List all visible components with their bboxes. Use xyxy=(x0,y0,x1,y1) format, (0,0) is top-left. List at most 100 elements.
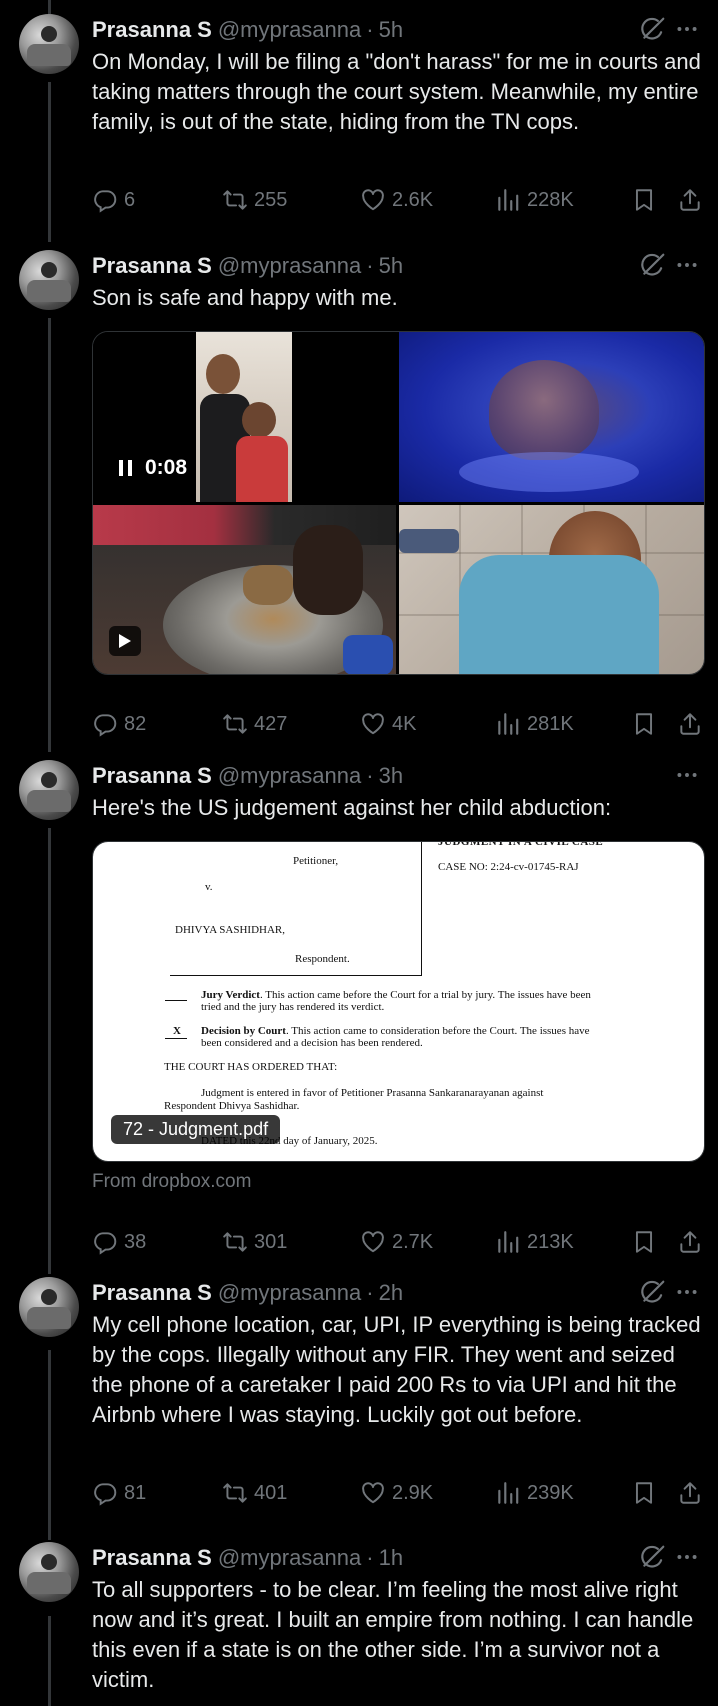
avatar[interactable] xyxy=(19,1542,79,1602)
tweet[interactable]: Prasanna S @myprasanna · 1h To all suppo… xyxy=(0,1537,718,1706)
timestamp[interactable]: 1h xyxy=(379,1545,403,1571)
pause-icon[interactable] xyxy=(117,458,135,478)
repost-count: 401 xyxy=(254,1481,288,1504)
views-button[interactable]: 213K xyxy=(495,1227,574,1257)
timestamp[interactable]: 2h xyxy=(379,1280,403,1306)
timestamp[interactable]: 5h xyxy=(379,253,403,279)
author-handle[interactable]: @myprasanna xyxy=(218,1545,361,1571)
repost-button[interactable]: 427 xyxy=(222,709,287,739)
tweet-header: Prasanna S @myprasanna · 5h xyxy=(92,251,403,281)
document-preview[interactable]: JUDGMENT IN A CIVIL CASE Petitioner, CAS… xyxy=(92,841,705,1162)
more-icon[interactable] xyxy=(672,1279,702,1305)
tweet-header: Prasanna S @myprasanna · 5h xyxy=(92,15,403,45)
doc-decision-text: . This action came to consideration befo… xyxy=(285,1025,590,1037)
separator-dot: · xyxy=(366,17,374,42)
media-image[interactable] xyxy=(399,332,704,502)
views-button[interactable]: 239K xyxy=(495,1478,574,1508)
avatar[interactable] xyxy=(19,250,79,310)
reply-icon xyxy=(92,187,118,213)
grok-icon[interactable] xyxy=(640,16,666,42)
more-icon[interactable] xyxy=(672,1544,702,1570)
like-button[interactable]: 2.9K xyxy=(360,1478,433,1508)
play-icon xyxy=(119,634,131,648)
grok-icon[interactable] xyxy=(640,1544,666,1570)
reply-icon xyxy=(92,1229,118,1255)
tweet[interactable]: Prasanna S @myprasanna · 2h My cell phon… xyxy=(0,1272,718,1540)
avatar[interactable] xyxy=(19,760,79,820)
document-page: JUDGMENT IN A CIVIL CASE Petitioner, CAS… xyxy=(93,842,704,1161)
action-bar: 81 401 2.9K 239K xyxy=(92,1478,704,1508)
reply-count: 6 xyxy=(124,188,136,211)
timestamp[interactable]: 5h xyxy=(379,17,403,43)
share-button[interactable] xyxy=(677,185,703,215)
like-button[interactable]: 2.6K xyxy=(360,185,433,215)
share-button[interactable] xyxy=(677,709,703,739)
share-icon xyxy=(677,187,703,213)
reply-button[interactable]: 82 xyxy=(92,709,146,739)
action-bar: 82 427 4K 281K xyxy=(92,709,704,739)
views-count: 228K xyxy=(527,188,574,211)
play-badge xyxy=(109,626,141,656)
doc-jury-text: . This action came before the Court for … xyxy=(259,989,591,1001)
bookmark-button[interactable] xyxy=(631,185,657,215)
video-player[interactable]: 0:08 xyxy=(93,332,396,502)
author-name[interactable]: Prasanna S xyxy=(92,763,212,789)
doc-respondent: Respondent. xyxy=(295,953,350,965)
tweet-header: Prasanna S @myprasanna · 2h xyxy=(92,1278,403,1308)
share-button[interactable] xyxy=(677,1227,703,1257)
more-icon[interactable] xyxy=(672,16,702,42)
bookmark-button[interactable] xyxy=(631,1227,657,1257)
author-name[interactable]: Prasanna S xyxy=(92,1280,212,1306)
views-button[interactable]: 228K xyxy=(495,185,574,215)
share-button[interactable] xyxy=(677,1478,703,1508)
views-count: 213K xyxy=(527,1230,574,1253)
doc-versus: v. xyxy=(205,881,213,893)
repost-button[interactable]: 401 xyxy=(222,1478,287,1508)
like-button[interactable]: 2.7K xyxy=(360,1227,433,1257)
media-image[interactable] xyxy=(399,505,704,674)
bookmark-icon xyxy=(631,711,657,737)
like-count: 2.9K xyxy=(392,1481,434,1504)
author-name[interactable]: Prasanna S xyxy=(92,253,212,279)
media-video-thumbnail[interactable] xyxy=(93,505,396,674)
doc-caption-rule xyxy=(170,975,422,976)
tweet-text: Here's the US judgement against her chil… xyxy=(92,795,612,820)
repost-button[interactable]: 255 xyxy=(222,185,287,215)
author-handle[interactable]: @myprasanna xyxy=(218,253,361,279)
tweet-text: My cell phone location, car, UPI, IP eve… xyxy=(92,1312,701,1427)
avatar[interactable] xyxy=(19,14,79,74)
doc-caption-box xyxy=(421,842,422,976)
doc-x-mark: X xyxy=(173,1025,181,1037)
tweet-header: Prasanna S @myprasanna · 1h xyxy=(92,1543,403,1573)
reply-button[interactable]: 38 xyxy=(92,1227,146,1257)
document-filename: 72 - Judgment.pdf xyxy=(111,1115,281,1144)
bookmark-button[interactable] xyxy=(631,1478,657,1508)
author-handle[interactable]: @myprasanna xyxy=(218,763,361,789)
reply-button[interactable]: 81 xyxy=(92,1478,146,1508)
link-source[interactable]: From dropbox.com xyxy=(92,1171,251,1193)
grok-icon[interactable] xyxy=(640,1279,666,1305)
repost-button[interactable]: 301 xyxy=(222,1227,287,1257)
like-icon xyxy=(360,1480,386,1506)
author-handle[interactable]: @myprasanna xyxy=(218,1280,361,1306)
grok-icon[interactable] xyxy=(640,252,666,278)
avatar[interactable] xyxy=(19,1277,79,1337)
tweet[interactable]: Prasanna S @myprasanna · 3h Here's the U… xyxy=(0,755,718,1275)
bookmark-button[interactable] xyxy=(631,709,657,739)
reply-button[interactable]: 6 xyxy=(92,185,135,215)
author-handle[interactable]: @myprasanna xyxy=(218,17,361,43)
more-icon[interactable] xyxy=(672,762,702,788)
timestamp[interactable]: 3h xyxy=(379,763,403,789)
bookmark-icon xyxy=(631,187,657,213)
tweet-header: Prasanna S @myprasanna · 3h xyxy=(92,761,403,791)
more-icon[interactable] xyxy=(672,252,702,278)
author-name[interactable]: Prasanna S xyxy=(92,1545,212,1571)
like-button[interactable]: 4K xyxy=(360,709,416,739)
views-button[interactable]: 281K xyxy=(495,709,574,739)
tweet[interactable]: Prasanna S @myprasanna · 5h Son is safe … xyxy=(0,245,718,755)
tweet[interactable]: Prasanna S @myprasanna · 5h On Monday, I… xyxy=(0,0,718,245)
like-icon xyxy=(360,1229,386,1255)
share-icon xyxy=(677,1229,703,1255)
like-icon xyxy=(360,711,386,737)
author-name[interactable]: Prasanna S xyxy=(92,17,212,43)
